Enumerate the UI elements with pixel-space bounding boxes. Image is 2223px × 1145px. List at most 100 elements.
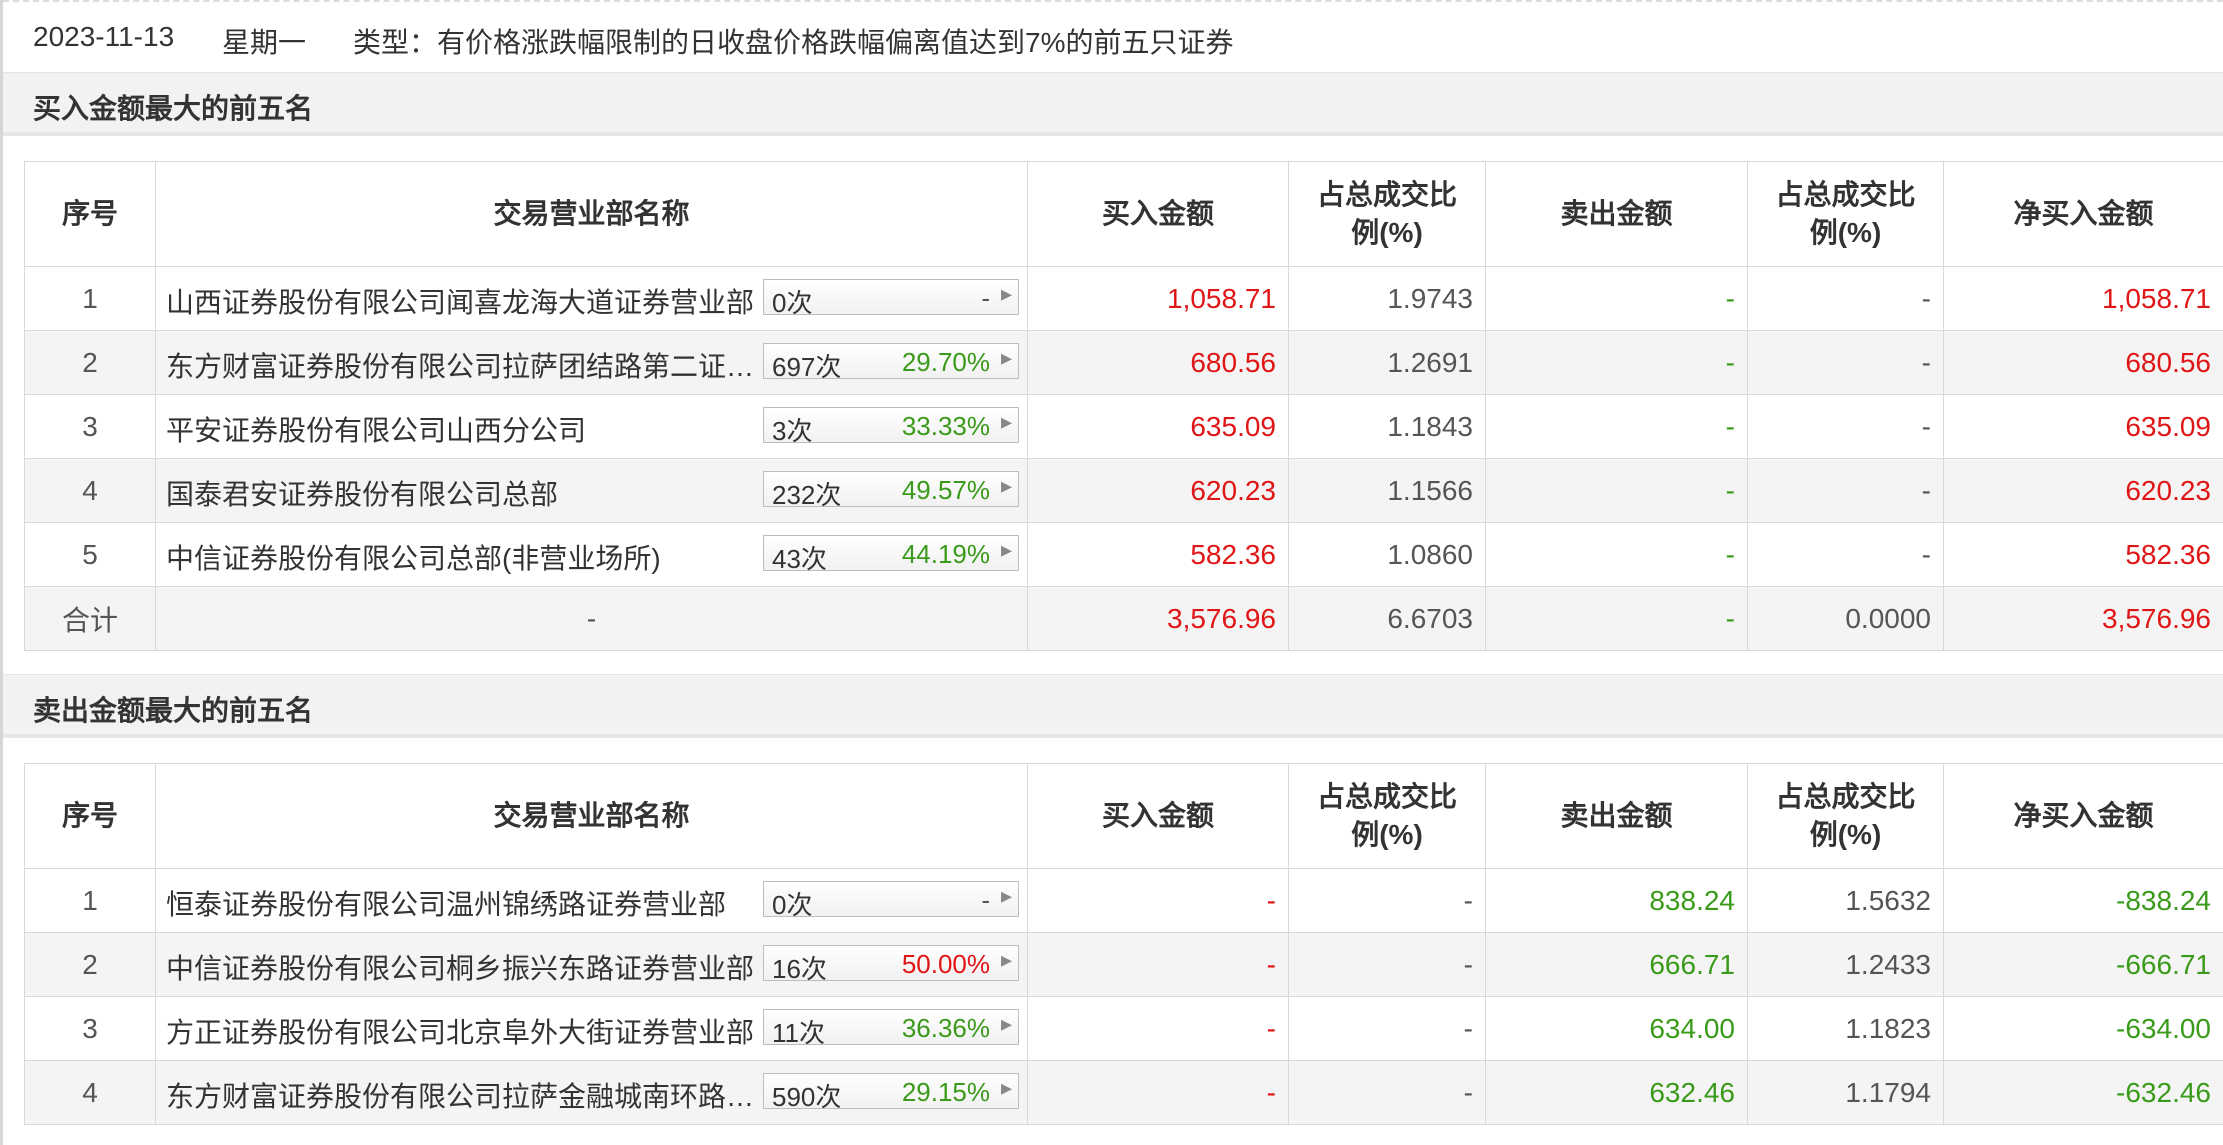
buy-ratio: 1.1566 <box>1288 458 1486 523</box>
dept-history-dropdown[interactable]: 0次 - ▸ <box>763 881 1019 920</box>
dept-cell: 方正证券股份有限公司北京阜外大街证券营业部 11次 36.36% ▸ <box>155 996 1028 1061</box>
dept-cell: 山西证券股份有限公司闻喜龙海大道证券营业部 0次 - ▸ <box>155 266 1028 331</box>
table-row: 4 国泰君安证券股份有限公司总部 232次 49.57% ▸ 620.23 1.1566- -… <box>24 458 2223 523</box>
buy-amount: 620.23 <box>1027 458 1289 523</box>
dept-history-dropdown[interactable]: 590次 29.15% ▸ <box>763 1073 1019 1112</box>
listing-count: 0次 <box>772 890 813 920</box>
col-seq: 序号 <box>24 161 156 267</box>
total-label: 合计 <box>24 586 156 651</box>
col-sell-ratio-line2: 例(%) <box>1809 819 1882 850</box>
dept-cell: 东方财富证券股份有限公司拉萨团结路第二证券营业部697次 29.70% ▸ <box>155 330 1028 395</box>
dept-cell: 恒泰证券股份有限公司温州锦绣路证券营业部 0次 - ▸ <box>155 868 1028 933</box>
dept-history-dropdown[interactable]: 3次 33.33% ▸ <box>763 407 1019 446</box>
col-sell-ratio: 占总成交比例(%) <box>1747 763 1944 869</box>
buy-amount: - <box>1027 1060 1289 1125</box>
dept-name-link[interactable]: 东方财富证券股份有限公司拉萨团结路第二证券营业部 <box>166 345 766 385</box>
listing-count: 3次 <box>772 416 813 446</box>
dept-history-dropdown[interactable]: 43次 44.19% ▸ <box>763 535 1019 574</box>
buy-amount: - <box>1027 932 1289 997</box>
dept-name-link[interactable]: 中信证券股份有限公司总部(非营业场所) <box>166 537 766 577</box>
buy-section-header: 买入金额最大的前五名 <box>3 72 2223 136</box>
row-seq: 1 <box>24 868 156 933</box>
triangle-right-icon: ▸ <box>1000 1011 1012 1036</box>
table-row: 2 中信证券股份有限公司桐乡振兴东路证券营业部 16次 50.00% ▸ - -666.71… <box>24 932 2223 997</box>
sell-ratio: - <box>1747 458 1944 523</box>
total-buy-amount: 3,576.96 <box>1027 586 1289 651</box>
table-row: 5 中信证券股份有限公司总部(非营业场所) 43次 44.19% ▸ 582.36 1.08… <box>24 522 2223 587</box>
col-sell-ratio: 占总成交比 例(%) <box>1747 161 1944 267</box>
listing-count: 232次 <box>772 480 842 510</box>
win-rate: 44.19% <box>901 539 990 569</box>
triangle-right-icon: ▸ <box>1000 1075 1012 1100</box>
total-net-buy: 3,576.96 <box>1943 586 2223 651</box>
buy-amount: 680.56 <box>1027 330 1289 395</box>
row-seq: 1 <box>24 266 156 331</box>
sell-top5-table: 序号 交易营业部名称 买入金额 占总成交比 例(%) 卖出金额 占总成交比 例(%)… <box>24 763 2223 1125</box>
dept-cell: 中信证券股份有限公司桐乡振兴东路证券营业部 16次 50.00% ▸ <box>155 932 1028 997</box>
total-buy-ratio: 6.6703 <box>1288 586 1486 651</box>
row-seq: 4 <box>24 458 156 523</box>
win-rate: 29.70% <box>901 347 990 377</box>
net-buy-amount: 1,058.71 <box>1943 266 2223 331</box>
listing-count: 43次 <box>772 544 827 574</box>
dept-history-dropdown[interactable]: 16次 50.00% ▸ <box>763 945 1019 984</box>
net-buy-amount: 635.09 <box>1943 394 2223 459</box>
row-seq: 3 <box>24 996 156 1061</box>
table-header-row: 序号 交易营业部名称 买入金额 占总成交比 例(%) 卖出金额 占总成交比 例(%)… <box>24 161 2223 267</box>
sell-amount: - <box>1485 330 1748 395</box>
sell-amount: 838.24 <box>1485 868 1748 933</box>
triangle-right-icon: ▸ <box>1000 345 1012 370</box>
net-buy-amount: -634.00 <box>1943 996 2223 1061</box>
sell-amount: - <box>1485 522 1748 587</box>
triangle-right-icon: ▸ <box>1000 473 1012 498</box>
row-seq: 4 <box>24 1060 156 1125</box>
table-row: 1 恒泰证券股份有限公司温州锦绣路证券营业部 0次 - ▸ - -838.24 1.5632-… <box>24 868 2223 933</box>
dept-cell: 国泰君安证券股份有限公司总部 232次 49.57% ▸ <box>155 458 1028 523</box>
table-row: 4东方财富证券股份有限公司拉萨金融城南环路证券营业部590次29.15%▸--6… <box>24 1060 2223 1125</box>
win-rate: 49.57% <box>901 475 990 505</box>
dept-name-link[interactable]: 东方财富证券股份有限公司拉萨金融城南环路证券营业部 <box>166 1075 766 1115</box>
buy-ratio: 1.9743 <box>1288 266 1486 331</box>
sell-ratio: 1.1794 <box>1747 1060 1944 1125</box>
col-buy-ratio-line1: 占总成交比 <box>1316 179 1457 210</box>
dept-name-link[interactable]: 方正证券股份有限公司北京阜外大街证券营业部 <box>166 1011 766 1051</box>
sell-section-title: 卖出金额最大的前五名 <box>33 695 314 726</box>
row-seq: 2 <box>24 330 156 395</box>
col-buy-ratio: 占总成交比 例(%) <box>1288 763 1486 869</box>
col-buy: 买入金额 <box>1027 161 1289 267</box>
table-row: 3 平安证券股份有限公司山西分公司 3次 33.33% ▸ 635.09 1.1843- -6… <box>24 394 2223 459</box>
net-buy-amount: -666.71 <box>1943 932 2223 997</box>
info-bar: 2023-11-13 星期一 类型：有价格涨跌幅限制的日收盘价格跌幅偏离值达到7… <box>3 0 2223 72</box>
dept-name-link[interactable]: 中信证券股份有限公司桐乡振兴东路证券营业部 <box>166 947 766 987</box>
dept-name-link[interactable]: 平安证券股份有限公司山西分公司 <box>166 409 766 449</box>
dept-history-dropdown[interactable]: 0次 - ▸ <box>763 279 1019 318</box>
buy-ratio: 1.0860 <box>1288 522 1486 587</box>
sell-amount: - <box>1485 394 1748 459</box>
col-sell: 卖出金额 <box>1485 763 1748 869</box>
triangle-right-icon: ▸ <box>1000 409 1012 434</box>
buy-amount: 582.36 <box>1027 522 1289 587</box>
total-row: 合计 -3,576.96 6.6703-0.0000 3,576.96 <box>24 586 2223 651</box>
net-buy-amount: -838.24 <box>1943 868 2223 933</box>
col-sell-ratio-line1: 占总成交比 <box>1775 179 1916 210</box>
listing-count: 590次 <box>772 1082 842 1112</box>
dept-history-dropdown[interactable]: 232次 49.57% ▸ <box>763 471 1019 510</box>
dept-cell: 平安证券股份有限公司山西分公司 3次 33.33% ▸ <box>155 394 1028 459</box>
buy-ratio: 1.1843 <box>1288 394 1486 459</box>
win-rate: 36.36% <box>901 1013 990 1043</box>
dept-history-dropdown[interactable]: 11次 36.36% ▸ <box>763 1009 1019 1048</box>
triangle-right-icon: ▸ <box>1000 281 1012 306</box>
listing-count: 697次 <box>772 352 842 382</box>
dept-name-link[interactable]: 恒泰证券股份有限公司温州锦绣路证券营业部 <box>166 883 766 923</box>
dept-name-link[interactable]: 山西证券股份有限公司闻喜龙海大道证券营业部 <box>166 281 766 321</box>
listing-count: 0次 <box>772 288 813 318</box>
dept-history-dropdown[interactable]: 697次 29.70% ▸ <box>763 343 1019 382</box>
col-seq: 序号 <box>24 763 156 869</box>
dept-name-link[interactable]: 国泰君安证券股份有限公司总部 <box>166 473 766 513</box>
sell-ratio: 1.2433 <box>1747 932 1944 997</box>
col-net: 净买入金额 <box>1943 763 2223 869</box>
triangle-right-icon: ▸ <box>1000 947 1012 972</box>
weekday: 星期一 <box>222 27 307 58</box>
win-rate: 50.00% <box>901 949 990 979</box>
col-sell-ratio-line1: 占总成交比 <box>1775 781 1916 812</box>
